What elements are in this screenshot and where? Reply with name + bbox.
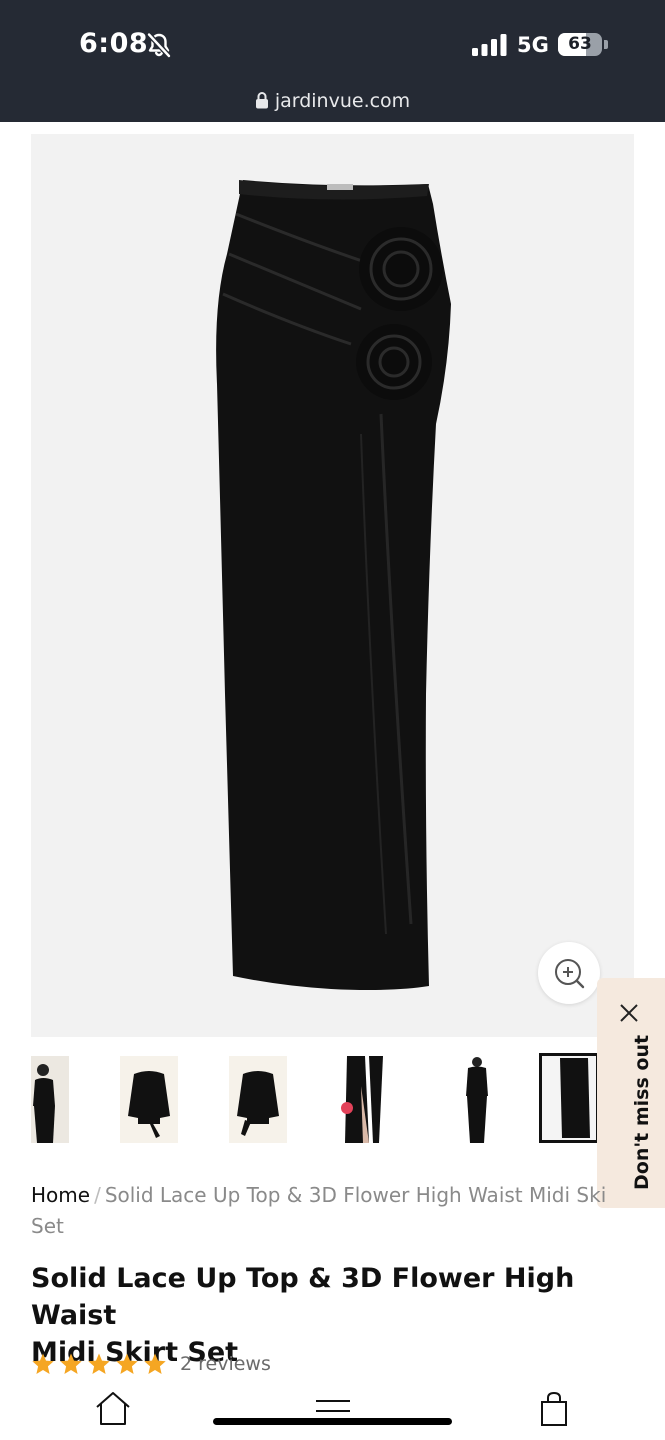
promo-label[interactable]: Don't miss out <box>631 1035 653 1190</box>
close-icon[interactable] <box>618 1002 640 1024</box>
battery-level: 63 <box>568 34 592 54</box>
thumbnail-wrap-top-side[interactable] <box>229 1056 287 1143</box>
thumbnail-model-full[interactable] <box>448 1056 506 1143</box>
star-icon <box>144 1353 166 1374</box>
thumbnail-image <box>31 1056 69 1143</box>
breadcrumb-current-line2: Set <box>31 1214 64 1238</box>
star-icon <box>116 1353 138 1374</box>
url-text: jardinvue.com <box>274 90 411 112</box>
breadcrumb-home-link[interactable]: Home <box>31 1183 90 1207</box>
home-icon[interactable] <box>93 1390 133 1426</box>
zoom-in-icon <box>555 959 585 989</box>
breadcrumb-current-line1: Solid Lace Up Top & 3D Flower High Waist… <box>104 1183 607 1207</box>
status-time: 6:08 <box>79 28 149 59</box>
signal-icon <box>472 34 507 56</box>
star-icon <box>32 1353 54 1374</box>
promo-side-tab[interactable]: Don't miss out <box>597 978 665 1208</box>
thumbnail-wrap-top[interactable] <box>120 1056 178 1143</box>
star-icon <box>60 1353 82 1374</box>
thumbnail-skirt-detail-active[interactable] <box>539 1053 599 1143</box>
network-type: 5G <box>517 33 549 57</box>
skirt-illustration <box>216 180 451 990</box>
breadcrumb: Home / Solid Lace Up Top & 3D Flower High … <box>31 1180 611 1242</box>
reviews-link[interactable]: 2 reviews <box>180 1353 271 1375</box>
thumbnail-image <box>542 1056 596 1140</box>
thumbnail-image <box>237 1071 279 1136</box>
breadcrumb-separator: / <box>94 1183 101 1207</box>
lock-icon <box>255 92 268 109</box>
bag-icon[interactable] <box>534 1390 574 1426</box>
product-main-image[interactable] <box>31 134 634 1037</box>
battery-tip <box>604 40 608 49</box>
bell-slash-icon <box>147 32 171 58</box>
thumbnail-image <box>466 1057 488 1143</box>
zoom-button[interactable] <box>538 942 600 1004</box>
battery-icon: 63 <box>558 33 602 56</box>
status-bar: 6:08 5G 63 jardinvue.com <box>0 0 665 122</box>
star-icon <box>88 1353 110 1374</box>
address-bar[interactable]: jardinvue.com <box>0 90 665 112</box>
bottom-nav <box>0 1384 665 1440</box>
thumbnail-image <box>341 1056 383 1143</box>
thumbnail-image <box>128 1071 170 1138</box>
thumbnail-model-slit[interactable] <box>339 1056 397 1143</box>
rating-stars <box>31 1352 171 1376</box>
thumbnail-model-top-skirt[interactable] <box>31 1056 69 1143</box>
home-indicator <box>213 1418 452 1425</box>
product-title-line1: Solid Lace Up Top & 3D Flower High Waist <box>31 1263 575 1331</box>
product-rating[interactable]: 2 reviews <box>31 1350 271 1378</box>
